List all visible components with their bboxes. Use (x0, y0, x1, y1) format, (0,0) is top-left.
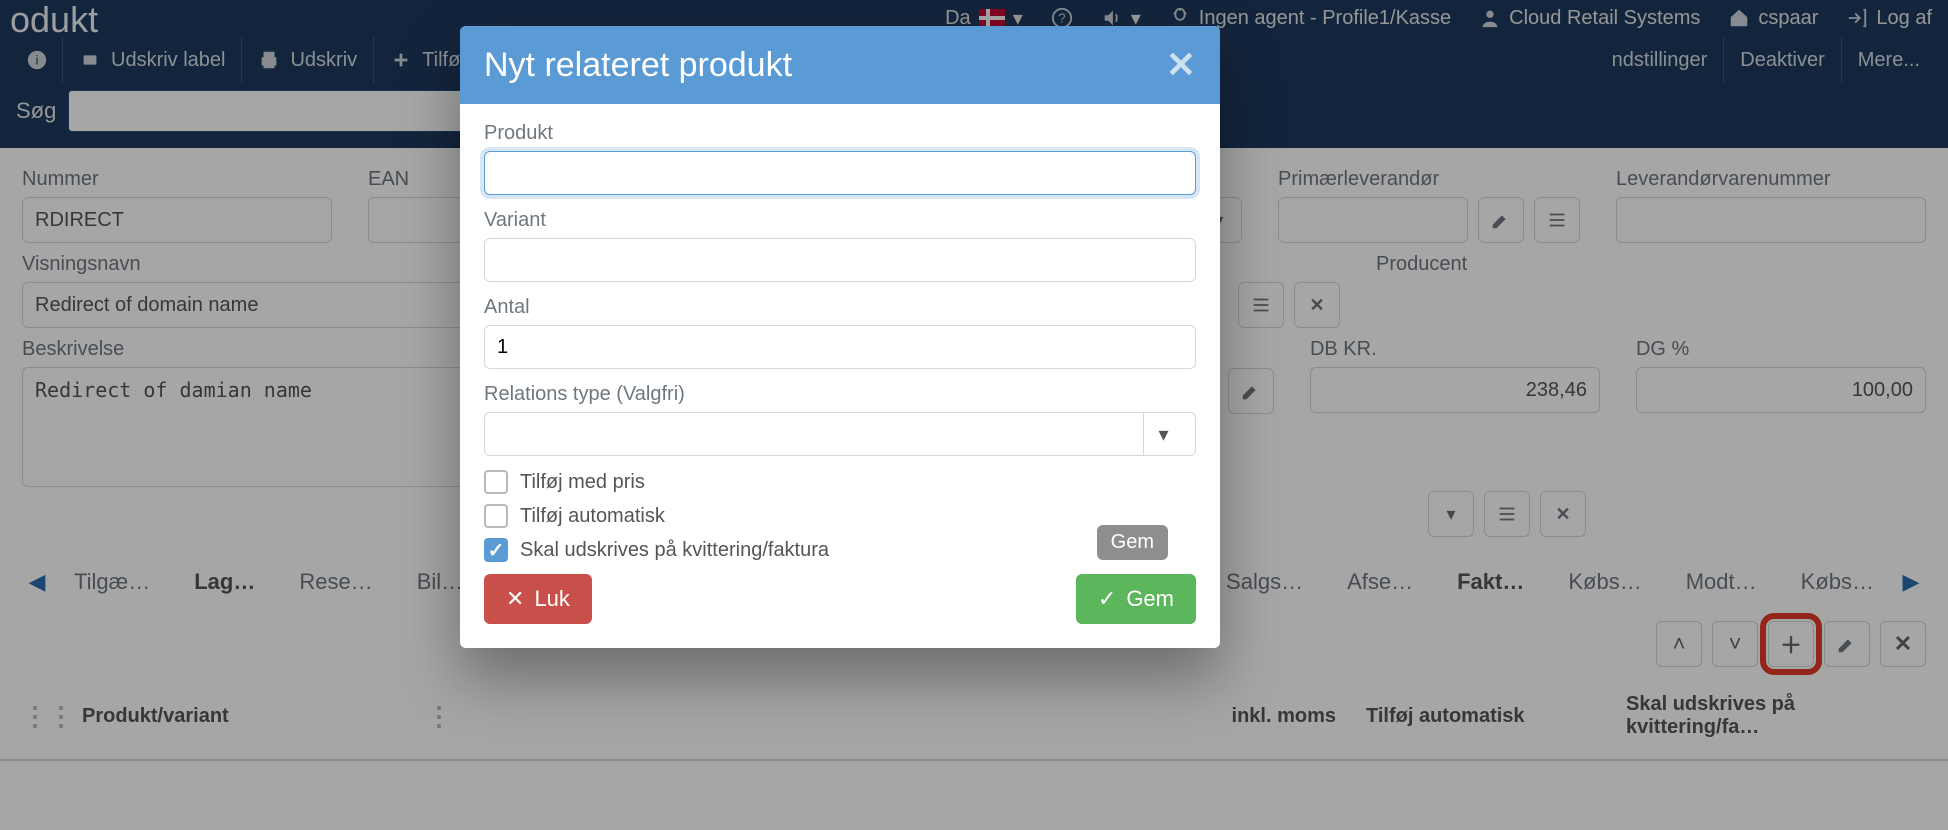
close-icon: ✕ (506, 586, 524, 612)
checkbox-tilfoj-pris[interactable]: Tilføj med pris (484, 470, 1196, 494)
luk-button[interactable]: ✕ Luk (484, 574, 592, 624)
modal-antal-input[interactable] (484, 325, 1196, 369)
checkbox-pris-label: Tilføj med pris (520, 471, 645, 494)
modal-variant-input[interactable] (484, 238, 1196, 282)
field-modal-variant: Variant (484, 209, 1196, 282)
modal-close-button[interactable]: ✕ (1166, 44, 1196, 86)
caret-down-icon: ▾ (1158, 422, 1168, 447)
checkbox-icon (484, 504, 508, 528)
modal-relationstype-select[interactable]: ▾ (484, 412, 1196, 456)
modal-produkt-label: Produkt (484, 122, 1196, 145)
gem-button[interactable]: ✓ Gem (1076, 574, 1196, 624)
modal-produkt-input[interactable] (484, 151, 1196, 195)
checkbox-checked-icon: ✓ (484, 538, 508, 562)
modal-body: Produkt Variant Antal Relations type (Va… (460, 104, 1220, 648)
check-icon: ✓ (1098, 586, 1116, 612)
checkbox-auto-label: Tilføj automatisk (520, 505, 665, 528)
checkbox-icon (484, 470, 508, 494)
checkbox-kvittering-label: Skal udskrives på kvittering/faktura (520, 539, 829, 562)
gem-label: Gem (1126, 586, 1174, 612)
modal-header: Nyt relateret produkt ✕ (460, 26, 1220, 104)
field-modal-antal: Antal (484, 296, 1196, 369)
field-modal-relationstype: Relations type (Valgfri) ▾ (484, 383, 1196, 456)
modal-actions: ✕ Luk ✓ Gem (484, 574, 1196, 624)
field-modal-produkt: Produkt (484, 122, 1196, 195)
luk-label: Luk (534, 586, 569, 612)
gem-tooltip: Gem (1097, 525, 1168, 560)
modal-variant-label: Variant (484, 209, 1196, 232)
modal-relationstype-label: Relations type (Valgfri) (484, 383, 1196, 406)
modal-nyt-relateret-produkt: Nyt relateret produkt ✕ Produkt Variant … (460, 26, 1220, 648)
modal-title: Nyt relateret produkt (484, 46, 792, 85)
checkbox-tilfoj-auto[interactable]: Tilføj automatisk (484, 504, 1196, 528)
checkbox-kvittering[interactable]: ✓ Skal udskrives på kvittering/faktura (484, 538, 1196, 562)
modal-antal-label: Antal (484, 296, 1196, 319)
